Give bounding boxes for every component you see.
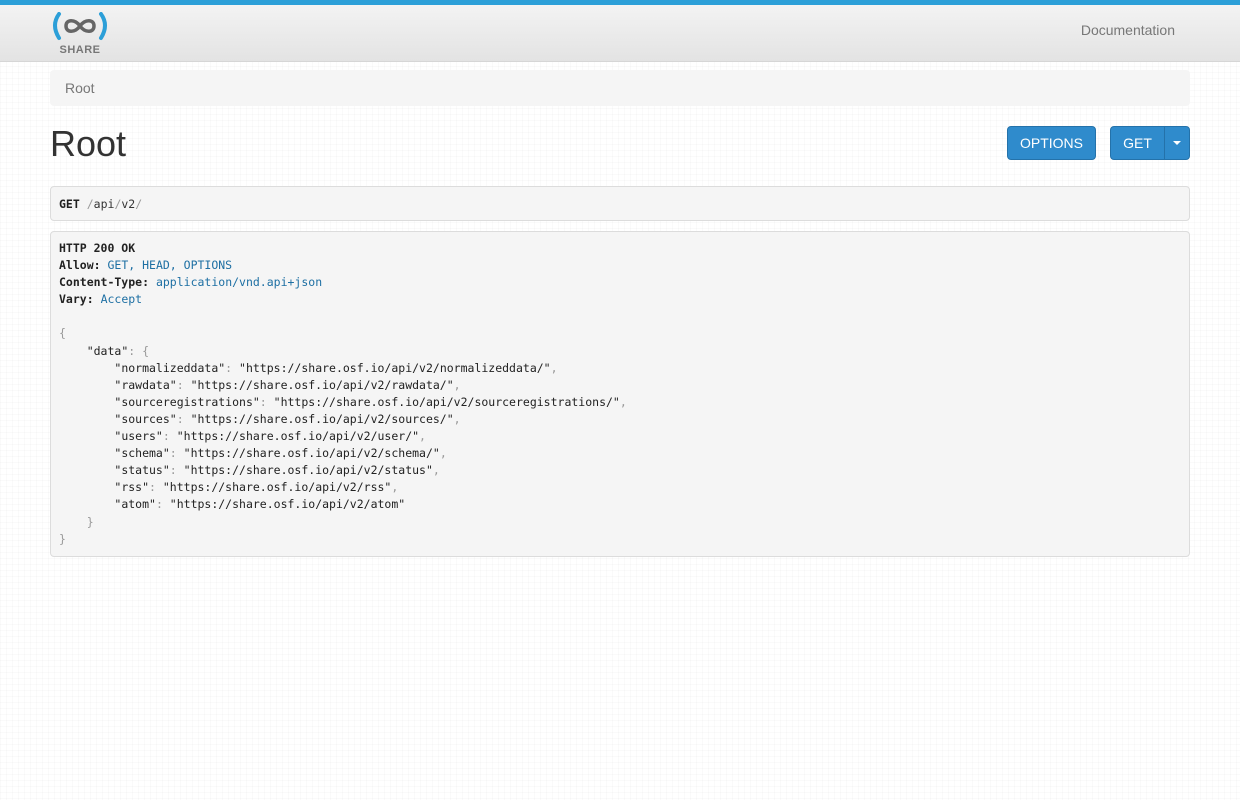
- options-button[interactable]: OPTIONS: [1007, 126, 1096, 160]
- header-value: Accept: [100, 292, 143, 307]
- nav-link-documentation[interactable]: Documentation: [1081, 22, 1175, 38]
- request-path-segment: v2: [121, 197, 136, 211]
- svg-text:SHARE: SHARE: [59, 44, 100, 56]
- json-link[interactable]: "https://share.osf.io/api/v2/sourceregis…: [274, 395, 620, 409]
- navbar: SHARE Documentation: [0, 5, 1240, 62]
- json-link[interactable]: "https://share.osf.io/api/v2/schema/": [184, 446, 440, 460]
- page-title: Root: [50, 123, 127, 164]
- header-value: application/vnd.api+json: [155, 275, 323, 290]
- json-link[interactable]: "https://share.osf.io/api/v2/status": [184, 463, 433, 477]
- request-info: GET /api/v2/: [50, 186, 1190, 221]
- json-key: "atom": [114, 497, 156, 512]
- json-key: "data": [86, 343, 129, 358]
- response-info: HTTP 200 OK Allow: GET, HEAD, OPTIONS Cont…: [50, 231, 1190, 557]
- json-key: "sources": [114, 411, 177, 426]
- format-dropdown-toggle[interactable]: [1164, 126, 1190, 160]
- caret-down-icon: [1173, 141, 1181, 145]
- json-key: "sourceregistrations": [114, 394, 260, 409]
- header-name: Vary:: [59, 292, 94, 307]
- json-link[interactable]: "https://share.osf.io/api/v2/rss": [163, 480, 391, 494]
- json-key: "users": [114, 429, 163, 444]
- json-key: "rss": [114, 480, 150, 495]
- breadcrumb: Root: [50, 70, 1190, 106]
- header-name: Allow:: [59, 258, 101, 273]
- get-button[interactable]: GET: [1110, 126, 1165, 160]
- share-logo-icon[interactable]: SHARE: [50, 12, 110, 56]
- request-method: GET: [59, 197, 80, 211]
- header-value: GET, HEAD, OPTIONS: [107, 258, 233, 273]
- json-link[interactable]: "https://share.osf.io/api/v2/atom": [170, 497, 405, 511]
- header-name: Content-Type:: [59, 275, 150, 290]
- json-key: "status": [114, 463, 170, 478]
- json-key: "rawdata": [114, 377, 177, 392]
- json-link[interactable]: "https://share.osf.io/api/v2/sources/": [191, 412, 454, 426]
- json-key: "normalizeddata": [114, 360, 226, 375]
- breadcrumb-item-root[interactable]: Root: [65, 80, 95, 96]
- json-link[interactable]: "https://share.osf.io/api/v2/normalizedd…: [239, 361, 551, 375]
- response-status: HTTP 200 OK: [59, 241, 136, 255]
- json-link[interactable]: "https://share.osf.io/api/v2/user/": [177, 429, 419, 443]
- json-link[interactable]: "https://share.osf.io/api/v2/rawdata/": [191, 378, 454, 392]
- json-key: "schema": [114, 446, 170, 461]
- request-path-segment: api: [93, 197, 115, 211]
